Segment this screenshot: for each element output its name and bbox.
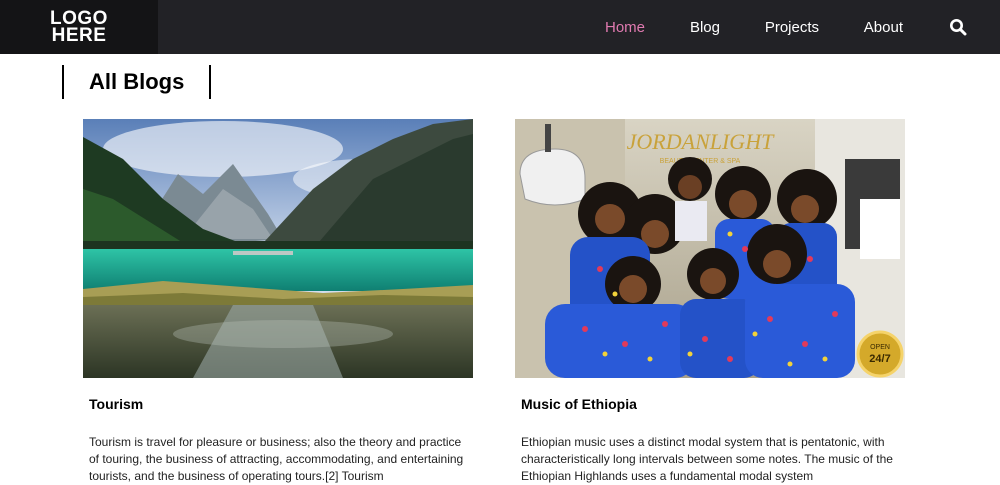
badge-bottom-text: 24/7 <box>869 353 890 365</box>
logo-line-2: HERE <box>51 25 107 46</box>
blog-excerpt: Tourism is travel for pleasure or busine… <box>89 435 464 483</box>
blog-title[interactable]: Music of Ethiopia <box>521 396 905 412</box>
mountain-lake-image[interactable] <box>83 119 473 378</box>
blog-card-music-of-ethiopia[interactable]: JORDANLIGHT BEAUTY CENTER & SPA OPEN 24/… <box>515 119 905 485</box>
page-title: All Blogs <box>62 65 212 99</box>
blog-excerpt: Ethiopian music uses a distinct modal sy… <box>521 435 893 483</box>
nav-item-about[interactable]: About <box>864 19 903 36</box>
top-navbar: LOGO HERE Home Blog Projects About <box>0 0 1000 54</box>
blog-card-tourism[interactable]: Tourism Tourism is travel for pleasure o… <box>83 119 473 485</box>
nav-item-projects[interactable]: Projects <box>765 19 819 36</box>
blog-title[interactable]: Tourism <box>89 396 473 412</box>
ethiopian-dancers-image[interactable]: JORDANLIGHT BEAUTY CENTER & SPA OPEN 24/… <box>515 119 905 378</box>
site-logo[interactable]: LOGO HERE <box>0 0 158 54</box>
search-icon[interactable] <box>949 18 967 36</box>
badge-top-text: OPEN <box>870 344 890 351</box>
nav-item-home[interactable]: Home <box>605 19 645 36</box>
nav-item-blog[interactable]: Blog <box>690 19 720 36</box>
brand-text: JORDANLIGHT <box>627 129 775 154</box>
